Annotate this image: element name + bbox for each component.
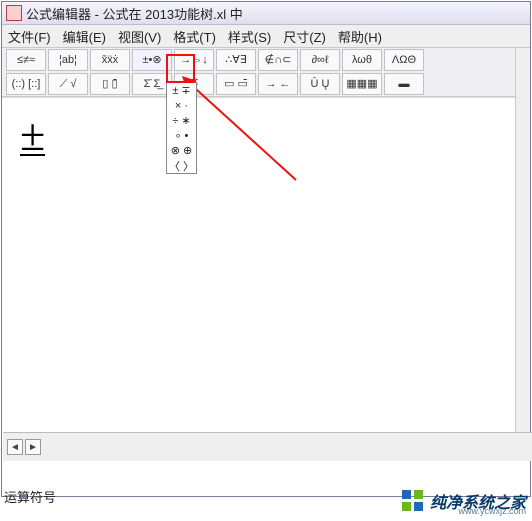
tb-accents[interactable]: x͂ẍẋ [90,49,130,71]
inserted-symbol: ± [20,112,45,156]
app-window: 公式编辑器 - 公式在 2013功能树.xl 中 文件(F) 编辑(E) 视图(… [1,1,531,497]
toolbar-row-2: (::) [::] ⟋ √ ▯ ▯̄ Σ̄ Σ̲ ∫∮ ▭ ▭̄ → ← Ū Ų… [2,72,530,96]
tb-logic[interactable]: ∴∀∃ [216,49,256,71]
tb-greek-upper[interactable]: ΛΩΘ [384,49,424,71]
tb-bars[interactable]: Ū Ų [300,73,340,95]
dd-circ-bullet[interactable]: ∘ • [167,128,196,143]
tb-relations[interactable]: ≤≠≈ [6,49,46,71]
menu-view[interactable]: 视图(V) [118,27,161,46]
tb-arrows[interactable]: →⇔↓ [174,49,214,71]
tb-embellish[interactable]: ¦ab¦ [48,49,88,71]
app-icon [6,5,22,21]
title-bar: 公式编辑器 - 公式在 2013功能树.xl 中 [2,2,530,25]
operators-dropdown: ± ∓ × · ÷ ∗ ∘ • ⊗ ⊕ 〈 〉 [166,82,197,174]
menu-bar: 文件(F) 编辑(E) 视图(V) 格式(T) 样式(S) 尺寸(Z) 帮助(H… [2,25,530,48]
scroll-left-icon[interactable]: ◄ [7,439,23,455]
tb-misc[interactable]: ∂∞ℓ [300,49,340,71]
toolbar-row-1: ≤≠≈ ¦ab¦ x͂ẍẋ ±•⊗ →⇔↓ ∴∀∃ ∉∩⊂ ∂∞ℓ λωθ ΛΩ… [2,48,530,72]
brand-url: www.ycwxjz.com [458,506,526,516]
dd-times-dot[interactable]: × · [167,98,196,113]
dd-angles[interactable]: 〈 〉 [167,158,196,173]
vertical-scrollbar[interactable] [515,48,530,446]
horizontal-scroll-bar: ◄ ► [3,432,532,461]
tb-scripts[interactable]: ▯ ▯̄ [90,73,130,95]
menu-format[interactable]: 格式(T) [173,27,216,46]
menu-size[interactable]: 尺寸(Z) [283,27,326,46]
menu-edit[interactable]: 编辑(E) [63,27,106,46]
scroll-arrows: ◄ ► [7,439,41,455]
tb-roots[interactable]: ⟋ √ [48,73,88,95]
tb-boxes[interactable]: ▭ ▭̄ [216,73,256,95]
menu-help[interactable]: 帮助(H) [338,27,382,46]
brand-watermark: 纯净系统之家 www.ycwxjz.com [400,488,526,514]
dd-divide-star[interactable]: ÷ ∗ [167,113,196,128]
toolbar: ≤≠≈ ¦ab¦ x͂ẍẋ ±•⊗ →⇔↓ ∴∀∃ ∉∩⊂ ∂∞ℓ λωθ ΛΩ… [2,48,530,97]
tb-greek-lower[interactable]: λωθ [342,49,382,71]
dd-otimes-oplus[interactable]: ⊗ ⊕ [167,143,196,158]
scroll-right-icon[interactable]: ► [25,439,41,455]
tb-matrix[interactable]: ▦▦▦ [342,73,382,95]
symbol-glyph: ± [20,109,45,160]
menu-style[interactable]: 样式(S) [228,27,271,46]
menu-file[interactable]: 文件(F) [8,27,51,46]
tb-spacer[interactable]: ▬ [384,73,424,95]
tb-operators[interactable]: ±•⊗ [132,49,172,71]
window-title: 公式编辑器 - 公式在 2013功能树.xl 中 [26,4,243,23]
tb-arrows2[interactable]: → ← [258,73,298,95]
tb-fences[interactable]: (::) [::] [6,73,46,95]
status-text: 运算符号 [4,487,56,506]
brand-logo-icon [400,488,426,514]
tb-set[interactable]: ∉∩⊂ [258,49,298,71]
dd-plus-minus[interactable]: ± ∓ [167,83,196,98]
